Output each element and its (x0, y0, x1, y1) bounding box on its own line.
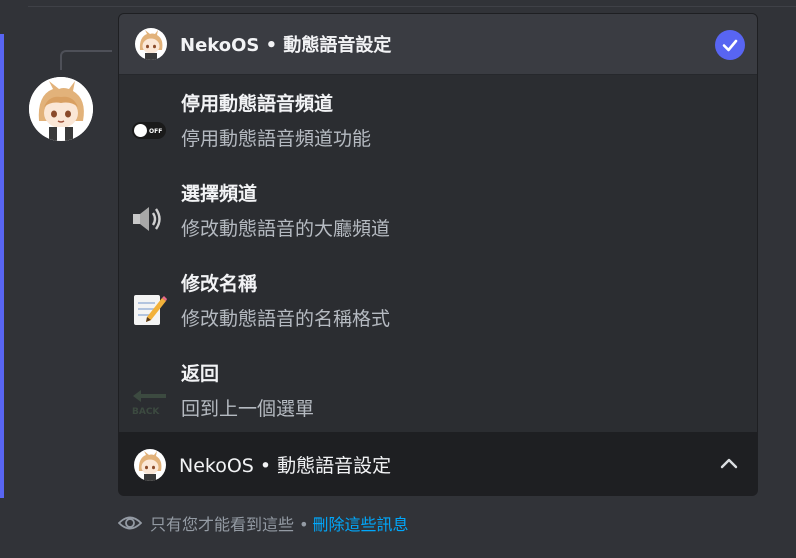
option-description: 回到上一個選單 (181, 398, 315, 420)
memo-icon (131, 291, 167, 327)
selected-option-title: NekoOS • 動態語音設定 (180, 35, 392, 56)
option-label: 返回 (181, 363, 220, 385)
dismiss-message-link[interactable]: 刪除這些訊息 (313, 511, 409, 535)
svg-text:OFF: OFF (149, 128, 162, 135)
option-back[interactable]: BACK 返回 回到上一個選單 (119, 359, 757, 432)
option-description: 修改動態語音的名稱格式 (181, 308, 391, 330)
selected-check-icon (715, 30, 745, 60)
option-label: 選擇頻道 (181, 183, 258, 205)
chevron-up-icon[interactable] (718, 453, 740, 475)
option-rename[interactable]: 修改名稱 修改動態語音的名稱格式 (119, 269, 757, 355)
option-avatar (135, 28, 167, 60)
ephemeral-notice: 只有您才能看到這些 • 刪除這些訊息 (118, 511, 409, 535)
svg-text:BACK: BACK (132, 407, 160, 417)
select-menu-dropdown: NekoOS • 動態語音設定 OFF 停用動態語音頻道 停用動態語音頻道功能 (118, 13, 758, 433)
speaker-icon (131, 201, 167, 237)
select-menu[interactable]: NekoOS • 動態語音設定 (118, 433, 758, 496)
option-label: 停用動態語音頻道 (181, 93, 334, 115)
message-divider (28, 6, 796, 7)
bot-avatar[interactable] (29, 77, 93, 141)
option-label: 修改名稱 (181, 273, 258, 295)
ephemeral-notice-text: 只有您才能看到這些 • (150, 515, 309, 534)
option-description: 修改動態語音的大廳頻道 (181, 218, 391, 240)
cat-girl-icon (135, 28, 167, 60)
select-menu-value: NekoOS • 動態語音設定 (179, 455, 392, 477)
select-avatar (134, 448, 166, 481)
cat-girl-avatar-icon (29, 77, 93, 141)
ephemeral-highlight-bar (0, 34, 4, 498)
option-description: 停用動態語音頻道功能 (181, 128, 372, 150)
cat-girl-icon (134, 448, 166, 481)
selected-option-row[interactable]: NekoOS • 動態語音設定 (119, 14, 757, 75)
reply-spine (60, 50, 112, 70)
eye-icon (118, 516, 142, 530)
option-select-channel[interactable]: 選擇頻道 修改動態語音的大廳頻道 (119, 179, 757, 265)
option-disable-voice[interactable]: OFF 停用動態語音頻道 停用動態語音頻道功能 (119, 89, 757, 175)
toggle-off-icon: OFF (131, 111, 167, 147)
back-arrow-icon: BACK (131, 381, 167, 417)
